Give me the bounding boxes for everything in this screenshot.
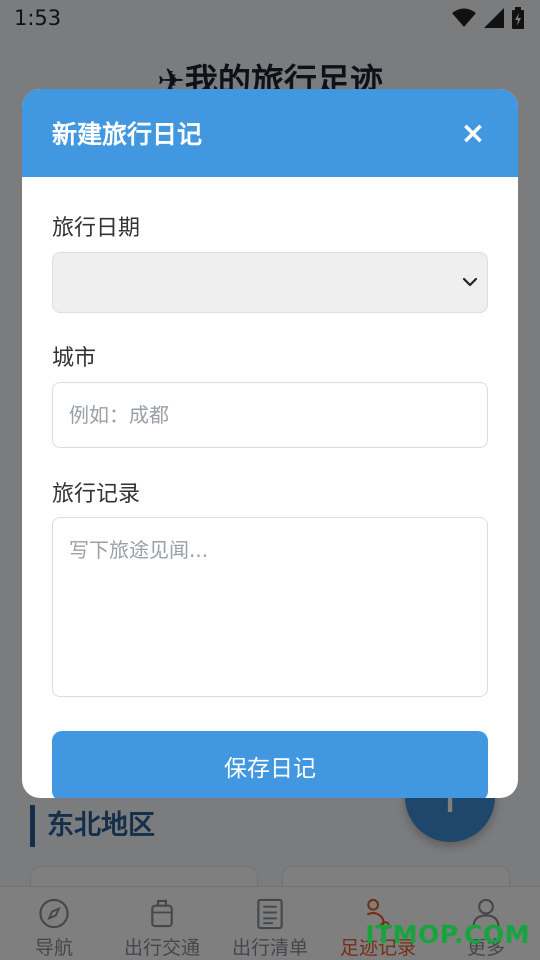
chevron-down-icon xyxy=(462,277,478,287)
dialog-header: 新建旅行日记 × xyxy=(22,89,518,177)
record-field-label: 旅行记录 xyxy=(52,482,141,507)
dialog-title: 新建旅行日记 xyxy=(52,120,203,149)
city-field-label: 城市 xyxy=(52,346,97,371)
date-select[interactable] xyxy=(52,252,488,313)
close-icon[interactable]: × xyxy=(458,116,488,151)
city-input[interactable] xyxy=(52,382,488,448)
record-textarea[interactable] xyxy=(52,517,488,697)
date-field-label: 旅行日期 xyxy=(52,216,141,241)
new-diary-dialog: 新建旅行日记 × 旅行日期 城市 旅行记录 保存日记 xyxy=(22,89,518,798)
watermark-logo: ITMOP.COM xyxy=(365,920,530,949)
save-diary-button[interactable]: 保存日记 xyxy=(52,731,488,798)
